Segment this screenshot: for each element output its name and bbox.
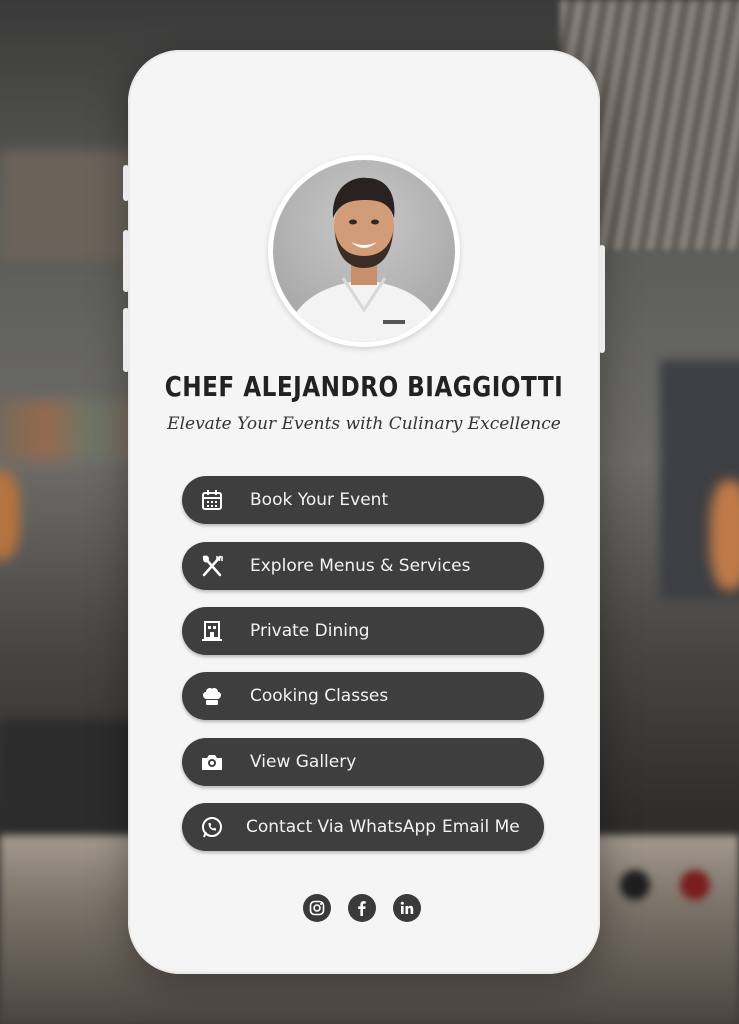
chef-hat-icon: [203, 688, 221, 705]
explore-menus-label: Explore Menus & Services: [250, 556, 471, 576]
calendar-icon: [202, 490, 222, 510]
private-dining-button[interactable]: Private Dining: [182, 607, 544, 655]
linkedin-button[interactable]: [393, 894, 421, 922]
restaurant-building-icon: [202, 621, 222, 641]
utensils-icon: [202, 555, 223, 577]
view-gallery-button[interactable]: View Gallery: [182, 738, 544, 786]
instagram-icon: [309, 900, 325, 916]
book-event-button[interactable]: Book Your Event: [182, 476, 544, 524]
cooking-classes-button[interactable]: Cooking Classes: [182, 672, 544, 720]
whatsapp-icon: [202, 817, 222, 838]
contact-button[interactable]: Contact Via WhatsApp Email Me: [182, 803, 544, 851]
cooking-classes-label: Cooking Classes: [250, 686, 389, 706]
avatar: [268, 155, 460, 347]
phone-card: CHEF ALEJANDRO BIAGGIOTTI Elevate Your E…: [123, 50, 605, 974]
linkedin-icon: [400, 901, 414, 914]
private-dining-label: Private Dining: [250, 621, 370, 641]
facebook-icon: [358, 901, 366, 916]
view-gallery-label: View Gallery: [250, 752, 357, 772]
phone-side-button: [123, 165, 129, 201]
email-me-label: Email Me: [442, 817, 520, 837]
facebook-button[interactable]: [348, 894, 376, 922]
chef-portrait-icon: [283, 177, 445, 342]
tagline: Elevate Your Events with Culinary Excell…: [167, 414, 561, 434]
explore-menus-button[interactable]: Explore Menus & Services: [182, 542, 544, 590]
phone-side-button: [599, 245, 605, 353]
chef-name: CHEF ALEJANDRO BIAGGIOTTI: [164, 370, 564, 403]
camera-icon: [202, 755, 222, 770]
phone-side-button: [123, 308, 129, 372]
book-event-label: Book Your Event: [250, 490, 389, 510]
contact-whatsapp-label: Contact Via WhatsApp: [246, 817, 437, 837]
instagram-button[interactable]: [303, 894, 331, 922]
phone-side-button: [123, 230, 129, 292]
